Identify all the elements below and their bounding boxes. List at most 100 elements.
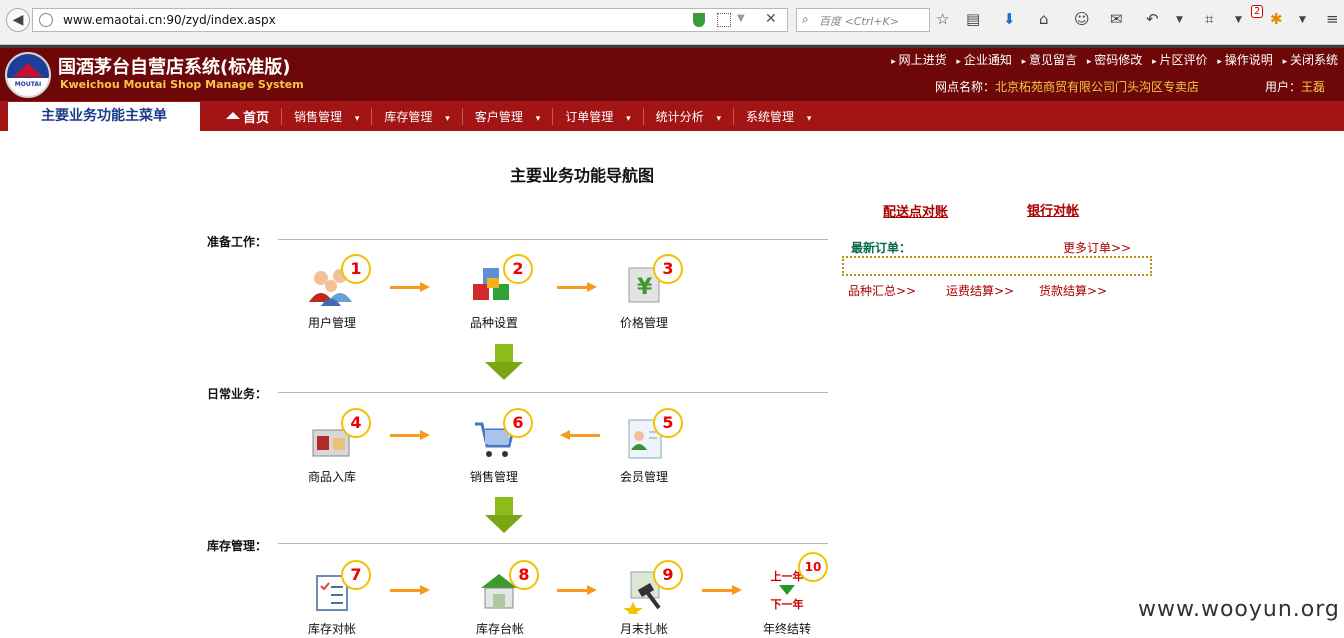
more-orders-link[interactable]: 更多订单>> xyxy=(1063,239,1131,256)
outlet-name: 北京柘苑商贸有限公司门头沟区专卖店 xyxy=(995,80,1200,94)
node-month-end-closing[interactable]: 9 月末扎帐 xyxy=(609,560,683,637)
search-icon: ⌕ xyxy=(802,12,809,26)
freight-settlement-link[interactable]: 运费结算>> xyxy=(946,282,1014,299)
year-next-label: 下一年 xyxy=(770,598,804,611)
chevron-down-icon[interactable]: ▼ xyxy=(1235,15,1242,25)
arrow-down-icon xyxy=(779,585,795,595)
ledger-house-icon: 8 xyxy=(475,560,539,614)
user-label: 用户： xyxy=(1265,80,1302,94)
chat-icon[interactable]: ✉ xyxy=(1110,10,1123,28)
node-inventory-check[interactable]: 7 库存对帐 xyxy=(297,560,371,637)
step-number: 10 xyxy=(798,552,828,582)
nav-customers[interactable]: 客户管理 xyxy=(461,107,552,125)
node-goods-receipt[interactable]: 4 商品入库 xyxy=(297,408,371,485)
home-icon xyxy=(226,111,240,119)
link-notice[interactable]: 企业通知 xyxy=(956,53,1011,67)
member-card-icon: 5 xyxy=(619,408,683,462)
warehouse-icon: 4 xyxy=(307,408,371,462)
chevron-down-icon[interactable]: ▼ xyxy=(1299,15,1306,25)
arrow-left-icon xyxy=(560,430,600,440)
bank-reconciliation-link[interactable]: 银行对帐 xyxy=(1027,200,1079,219)
undo-icon[interactable]: ↶ xyxy=(1146,10,1159,28)
menu-icon[interactable]: ≡ xyxy=(1326,10,1339,28)
step-number: 5 xyxy=(653,408,683,438)
nav-statistics[interactable]: 统计分析 xyxy=(642,107,733,125)
top-links: 网上进货 企业通知 意见留言 密码修改 片区评价 操作说明 关闭系统 xyxy=(885,51,1338,68)
step-number: 8 xyxy=(509,560,539,590)
mountain-icon xyxy=(13,63,43,77)
smiley-icon[interactable]: ☺ xyxy=(1074,10,1090,28)
extension-icon[interactable]: ✱ xyxy=(1270,10,1283,28)
link-change-password[interactable]: 密码修改 xyxy=(1087,53,1142,67)
arrow-right-icon xyxy=(390,430,430,440)
latest-orders-box xyxy=(842,256,1152,276)
system-subtitle: Kweichou Moutai Shop Manage System xyxy=(60,78,304,91)
close-icon[interactable]: ✕ xyxy=(765,11,777,27)
outlet-info: 网点名称：北京柘苑商贸有限公司门头沟区专卖店 xyxy=(935,78,1199,95)
chevron-down-icon[interactable]: ▼ xyxy=(1176,15,1183,25)
node-label: 品种设置 xyxy=(469,316,518,330)
node-inventory-ledger[interactable]: 8 库存台帐 xyxy=(465,560,539,637)
shield-icon[interactable] xyxy=(693,13,705,27)
node-label: 库存对帐 xyxy=(307,622,356,636)
link-online-purchase[interactable]: 网上进货 xyxy=(891,53,946,67)
section-inventory: 库存管理： xyxy=(207,539,268,553)
browser-toolbar: ◀ www.emaotai.cn:90/zyd/index.aspx ▼ ✕ ⌕… xyxy=(0,0,1344,45)
gavel-icon: 9 xyxy=(619,560,683,618)
qr-code-icon[interactable] xyxy=(717,13,731,27)
nav-sales[interactable]: 销售管理 xyxy=(281,107,371,125)
node-variety-settings[interactable]: 2 品种设置 xyxy=(459,254,533,331)
node-user-management[interactable]: 1 用户管理 xyxy=(297,254,371,331)
download-icon[interactable]: ⬇ xyxy=(1003,10,1016,28)
step-number: 6 xyxy=(503,408,533,438)
cubes-icon: 2 xyxy=(469,254,533,308)
back-button[interactable]: ◀ xyxy=(6,8,30,32)
section-divider xyxy=(278,543,828,544)
node-year-end-carryover[interactable]: 上一年 下一年 年终结转 10 xyxy=(762,552,828,637)
watermark: www.wooyun.org xyxy=(1138,597,1340,622)
node-label: 库存台帐 xyxy=(475,622,524,636)
search-placeholder: 百度 <Ctrl+K> xyxy=(819,15,899,28)
link-feedback[interactable]: 意见留言 xyxy=(1022,53,1077,67)
main-nav: 首页 销售管理 库存管理 客户管理 订单管理 统计分析 系统管理 xyxy=(226,101,823,131)
nav-system[interactable]: 系统管理 xyxy=(733,107,823,125)
node-label: 商品入库 xyxy=(307,470,356,484)
section-daily: 日常业务： xyxy=(207,387,268,401)
shopping-cart-icon: 6 xyxy=(469,408,533,462)
url-bar[interactable]: www.emaotai.cn:90/zyd/index.aspx ▼ ✕ xyxy=(32,8,788,32)
step-number: 2 xyxy=(503,254,533,284)
dropdown-icon[interactable]: ▼ xyxy=(737,13,745,24)
delivery-reconciliation-link[interactable]: 配送点对账 xyxy=(883,201,948,220)
node-sales-management[interactable]: 6 销售管理 xyxy=(459,408,533,485)
crop-icon[interactable]: ⌗ xyxy=(1205,10,1213,28)
nav-orders[interactable]: 订单管理 xyxy=(552,107,642,125)
search-input[interactable]: ⌕ 百度 <Ctrl+K> xyxy=(796,8,930,32)
link-close-system[interactable]: 关闭系统 xyxy=(1283,53,1338,67)
payment-settlement-link[interactable]: 货款结算>> xyxy=(1039,282,1107,299)
user-info: 用户：王磊 xyxy=(1265,78,1325,95)
nav-diagram-title: 主要业务功能导航图 xyxy=(510,166,655,185)
step-number: 9 xyxy=(653,560,683,590)
home-icon[interactable]: ⌂ xyxy=(1039,10,1049,28)
header-top-band xyxy=(0,45,1344,48)
star-icon[interactable]: ☆ xyxy=(936,10,949,28)
system-title: 国酒茅台自营店系统(标准版) xyxy=(58,57,291,78)
variety-summary-link[interactable]: 品种汇总>> xyxy=(848,282,916,299)
main-menu-tab[interactable]: 主要业务功能主菜单 xyxy=(8,102,200,131)
svg-text:¥: ¥ xyxy=(637,275,653,300)
nav-home[interactable]: 首页 xyxy=(226,107,281,126)
globe-icon xyxy=(39,13,53,27)
reading-list-icon[interactable]: ▤ xyxy=(966,10,980,28)
node-member-management[interactable]: 5 会员管理 xyxy=(609,408,683,485)
url-text[interactable]: www.emaotai.cn:90/zyd/index.aspx xyxy=(63,13,276,27)
arrow-right-icon xyxy=(557,282,597,292)
link-help[interactable]: 操作说明 xyxy=(1217,53,1272,67)
node-price-management[interactable]: ¥ 3 价格管理 xyxy=(609,254,683,331)
link-area-review[interactable]: 片区评价 xyxy=(1152,53,1207,67)
price-icon: ¥ 3 xyxy=(619,254,683,308)
arrow-right-icon xyxy=(702,585,742,595)
node-label: 用户管理 xyxy=(307,316,356,330)
node-label: 年终结转 xyxy=(762,622,811,636)
notification-badge[interactable]: 2 xyxy=(1251,5,1264,18)
nav-inventory[interactable]: 库存管理 xyxy=(371,107,461,125)
